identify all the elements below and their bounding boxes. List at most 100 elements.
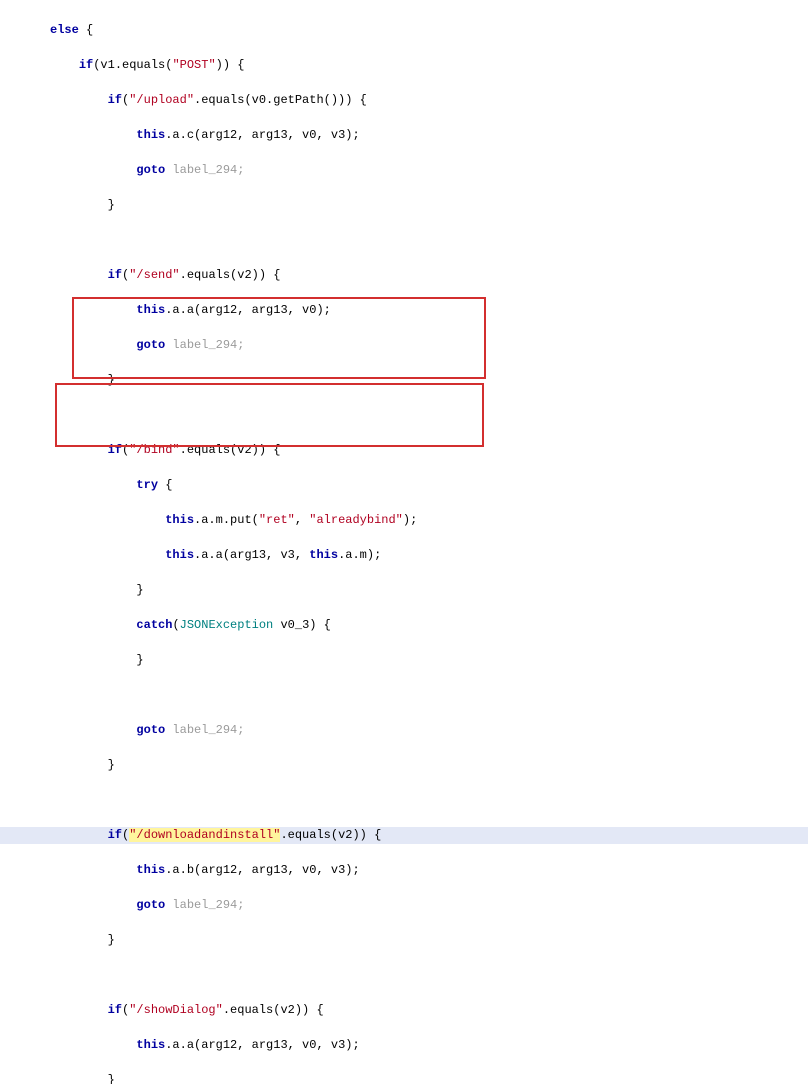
- brace: {: [309, 1003, 323, 1017]
- keyword-this: this: [309, 548, 338, 562]
- brace: }: [108, 933, 115, 947]
- keyword-goto: goto: [136, 338, 165, 352]
- code-line: this.a.c(arg12, arg13, v0, v3);: [0, 127, 808, 145]
- code-line: }: [0, 372, 808, 390]
- code-line: [0, 687, 808, 705]
- code-text: .equals(v2)): [180, 443, 266, 457]
- code-line: if("/showDialog".equals(v2)) {: [0, 1002, 808, 1020]
- label: label_294;: [165, 723, 244, 737]
- keyword-if: if: [108, 443, 122, 457]
- code-line: goto label_294;: [0, 337, 808, 355]
- code-line: goto label_294;: [0, 897, 808, 915]
- keyword-if: if: [108, 828, 122, 842]
- keyword-goto: goto: [136, 723, 165, 737]
- code-line: }: [0, 197, 808, 215]
- code-line: goto label_294;: [0, 162, 808, 180]
- code-text: .equals(v2)): [280, 828, 366, 842]
- code-line: catch(JSONException v0_3) {: [0, 617, 808, 635]
- code-text: (: [172, 618, 179, 632]
- brace: {: [230, 58, 244, 72]
- keyword-this: this: [136, 128, 165, 142]
- code-block: else { if(v1.equals("POST")) { if("/uplo…: [0, 0, 808, 1084]
- brace: {: [266, 268, 280, 282]
- code-line: this.a.b(arg12, arg13, v0, v3);: [0, 862, 808, 880]
- keyword-if: if: [79, 58, 93, 72]
- code-line: }: [0, 932, 808, 950]
- code-text: .equals(v0.getPath())): [194, 93, 352, 107]
- brace: }: [108, 373, 115, 387]
- label: label_294;: [165, 338, 244, 352]
- code-line: else {: [0, 22, 808, 40]
- keyword-try: try: [136, 478, 158, 492]
- brace: {: [158, 478, 172, 492]
- brace: }: [136, 653, 143, 667]
- string-literal: "/bind": [129, 443, 179, 457]
- code-text: .equals(v2)): [180, 268, 266, 282]
- code-text: v0_3): [273, 618, 316, 632]
- keyword-this: this: [136, 863, 165, 877]
- string-literal: "/upload": [129, 93, 194, 107]
- code-text: .equals(v2)): [223, 1003, 309, 1017]
- label: label_294;: [165, 898, 244, 912]
- keyword-if: if: [108, 93, 122, 107]
- brace: }: [108, 1073, 115, 1084]
- code-line: try {: [0, 477, 808, 495]
- code-text: .a.a(arg12, arg13, v0);: [165, 303, 331, 317]
- keyword-catch: catch: [136, 618, 172, 632]
- keyword-goto: goto: [136, 898, 165, 912]
- string-literal: "/send": [129, 268, 179, 282]
- brace: {: [266, 443, 280, 457]
- brace: }: [136, 583, 143, 597]
- code-line: }: [0, 652, 808, 670]
- code-line: this.a.a(arg12, arg13, v0);: [0, 302, 808, 320]
- keyword-else: else: [50, 23, 79, 37]
- keyword-this: this: [165, 513, 194, 527]
- string-literal-highlighted: "/downloadandinstall": [129, 828, 280, 842]
- string-literal: "/showDialog": [129, 1003, 223, 1017]
- keyword-if: if: [108, 1003, 122, 1017]
- brace: }: [108, 758, 115, 772]
- code-line: if(v1.equals("POST")) {: [0, 57, 808, 75]
- keyword-this: this: [165, 548, 194, 562]
- code-text: .a.a(arg13, v3,: [194, 548, 309, 562]
- code-text: .a.b(arg12, arg13, v0, v3);: [165, 863, 359, 877]
- keyword-this: this: [136, 1038, 165, 1052]
- code-text: ,: [295, 513, 309, 527]
- string-literal: "alreadybind": [309, 513, 403, 527]
- type-name: JSONException: [180, 618, 274, 632]
- highlighted-line: if("/downloadandinstall".equals(v2)) {: [0, 827, 808, 845]
- code-line: [0, 232, 808, 250]
- code-text: );: [403, 513, 417, 527]
- string-literal: "ret": [259, 513, 295, 527]
- code-line: goto label_294;: [0, 722, 808, 740]
- code-line: if("/bind".equals(v2)) {: [0, 442, 808, 460]
- code-line: }: [0, 582, 808, 600]
- brace: {: [367, 828, 381, 842]
- code-text: .a.m.put(: [194, 513, 259, 527]
- code-line: }: [0, 1072, 808, 1084]
- code-text: (: [122, 1003, 129, 1017]
- keyword-this: this: [136, 303, 165, 317]
- brace: {: [352, 93, 366, 107]
- code-text: .a.a(arg12, arg13, v0, v3);: [165, 1038, 359, 1052]
- code-line: [0, 407, 808, 425]
- brace: {: [79, 23, 93, 37]
- string-literal: "POST": [172, 58, 215, 72]
- code-text: .a.c(arg12, arg13, v0, v3);: [165, 128, 359, 142]
- code-line: if("/upload".equals(v0.getPath())) {: [0, 92, 808, 110]
- code-line: }: [0, 757, 808, 775]
- keyword-if: if: [108, 268, 122, 282]
- code-line: [0, 967, 808, 985]
- code-text: .a.m);: [338, 548, 381, 562]
- keyword-goto: goto: [136, 163, 165, 177]
- code-text: (v1.: [93, 58, 122, 72]
- code-line: if("/send".equals(v2)) {: [0, 267, 808, 285]
- code-line: this.a.m.put("ret", "alreadybind");: [0, 512, 808, 530]
- code-line: this.a.a(arg12, arg13, v0, v3);: [0, 1037, 808, 1055]
- brace: {: [316, 618, 330, 632]
- code-text: equals(: [122, 58, 172, 72]
- code-line: [0, 792, 808, 810]
- code-text: )): [216, 58, 230, 72]
- brace: }: [108, 198, 115, 212]
- label: label_294;: [165, 163, 244, 177]
